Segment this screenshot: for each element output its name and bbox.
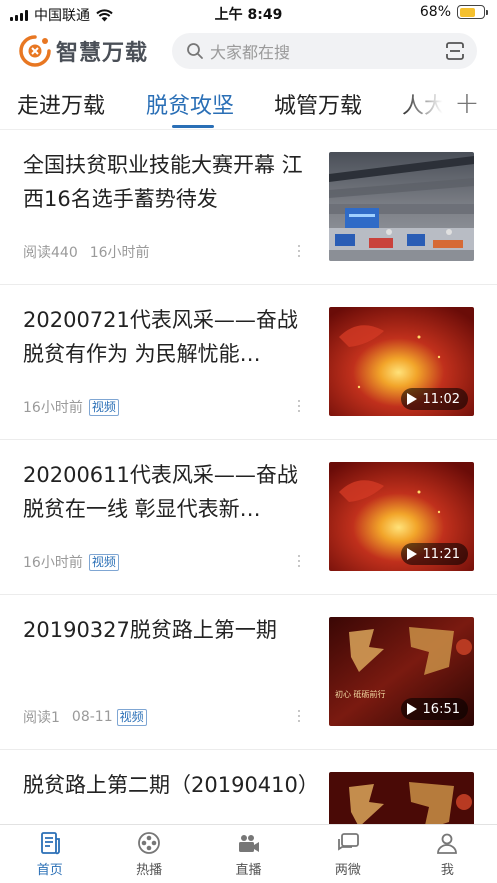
battery-percent: 68% xyxy=(419,4,451,20)
publish-time: 08-11 xyxy=(71,709,113,725)
app-header: 智慧万载 大家都在搜 xyxy=(0,26,497,78)
article-meta: 16小时前 视频 xyxy=(23,552,119,572)
video-thumbnail: 11:02 xyxy=(329,307,474,416)
duration-label: 11:02 xyxy=(422,391,460,407)
nav-live[interactable]: 直播 xyxy=(199,825,298,883)
video-tag: 视频 xyxy=(116,708,147,726)
publish-time: 16小时前 xyxy=(23,555,83,571)
tabs-fade xyxy=(400,78,450,129)
nav-hot[interactable]: 热播 xyxy=(99,825,198,883)
nav-label: 我 xyxy=(440,863,454,878)
search-icon xyxy=(187,43,203,59)
scan-icon[interactable] xyxy=(445,41,465,61)
play-icon xyxy=(406,548,417,560)
news-feed: 全国扶贫职业技能大赛开幕 江西16名选手蓄势待发 阅读440 16小时前 202… xyxy=(0,130,497,824)
search-bar[interactable]: 大家都在搜 xyxy=(172,33,477,69)
search-placeholder: 大家都在搜 xyxy=(210,43,291,62)
active-tab-indicator xyxy=(172,125,214,128)
article-item[interactable]: 20190327脱贫路上第一期 阅读1 08-11 视频 初心 砥砺前行 16:… xyxy=(0,595,497,750)
channel-tabs: 走进万载 脱贫攻坚 城管万载 人大 + xyxy=(0,78,497,130)
nav-home[interactable]: 首页 xyxy=(0,825,99,883)
article-item[interactable]: 20200611代表风采——奋战脱贫在一线 彰显代表新… 16小时前 视频 11… xyxy=(0,440,497,595)
article-title: 20190327脱贫路上第一期 xyxy=(23,618,277,642)
read-count: 阅读1 xyxy=(23,710,60,726)
status-bar: 中国联通 上午 8:49 68% xyxy=(0,0,497,26)
battery-icon xyxy=(457,5,488,19)
app-logo: 智慧万载 xyxy=(18,34,148,68)
article-title: 20200721代表风采——奋战脱贫有作为 为民解忧能… xyxy=(23,308,298,366)
video-tag: 视频 xyxy=(88,553,119,571)
more-options-icon[interactable] xyxy=(295,398,303,414)
add-channel-button[interactable]: + xyxy=(452,86,482,122)
article-item[interactable]: 全国扶贫职业技能大赛开幕 江西16名选手蓄势待发 阅读440 16小时前 xyxy=(0,130,497,285)
tab-zoujin-wanzai[interactable]: 走进万载 xyxy=(17,88,105,120)
video-tag: 视频 xyxy=(88,398,119,416)
nav-label: 两微 xyxy=(334,863,361,878)
play-icon xyxy=(406,393,417,405)
video-thumbnail xyxy=(329,772,474,824)
article-thumbnail xyxy=(329,152,474,261)
article-title: 全国扶贫职业技能大赛开幕 江西16名选手蓄势待发 xyxy=(23,153,303,211)
nav-weibo-weixin[interactable]: 两微 xyxy=(298,825,397,883)
publish-time: 16小时前 xyxy=(89,245,150,261)
article-meta: 阅读440 16小时前 xyxy=(23,242,150,262)
thumbnail-caption: 初心 砥砺前行 xyxy=(335,689,386,699)
logo-icon xyxy=(19,35,51,67)
article-item[interactable]: 20200721代表风采——奋战脱贫有作为 为民解忧能… 16小时前 视频 11… xyxy=(0,285,497,440)
home-news-icon xyxy=(40,832,60,855)
video-duration: 11:02 xyxy=(400,388,468,410)
video-thumbnail: 11:21 xyxy=(329,462,474,571)
more-options-icon[interactable] xyxy=(295,708,303,724)
nav-label: 热播 xyxy=(136,863,163,878)
publish-time: 16小时前 xyxy=(23,400,83,416)
video-duration: 16:51 xyxy=(400,698,468,720)
more-options-icon[interactable] xyxy=(295,553,303,569)
nav-label: 直播 xyxy=(235,863,262,878)
bottom-navigation: 首页 热播 直播 两微 我 xyxy=(0,824,497,883)
video-camera-icon xyxy=(238,835,259,852)
video-thumbnail: 初心 砥砺前行 16:51 xyxy=(329,617,474,726)
battery-group: 68% xyxy=(419,4,488,20)
video-duration: 11:21 xyxy=(400,543,468,565)
article-meta: 阅读1 08-11 视频 xyxy=(23,707,147,727)
film-reel-icon xyxy=(138,832,161,854)
article-title: 脱贫路上第二期（20190410） xyxy=(23,773,311,797)
article-item[interactable]: 脱贫路上第二期（20190410） xyxy=(0,750,497,824)
duration-label: 11:21 xyxy=(422,546,460,562)
user-icon xyxy=(437,833,458,854)
nav-me[interactable]: 我 xyxy=(398,825,497,883)
nav-label: 首页 xyxy=(36,863,63,878)
play-icon xyxy=(406,703,417,715)
app-name: 智慧万载 xyxy=(56,41,149,66)
tab-chengguan-wanzai[interactable]: 城管万载 xyxy=(274,88,362,120)
more-options-icon[interactable] xyxy=(295,243,303,259)
read-count: 阅读440 xyxy=(23,245,78,261)
article-title: 20200611代表风采——奋战脱贫在一线 彰显代表新… xyxy=(23,463,298,521)
chat-bubbles-icon xyxy=(338,833,359,851)
article-meta: 16小时前 视频 xyxy=(23,397,119,417)
duration-label: 16:51 xyxy=(422,701,460,717)
tab-tuopin-gongjian[interactable]: 脱贫攻坚 xyxy=(146,88,234,120)
